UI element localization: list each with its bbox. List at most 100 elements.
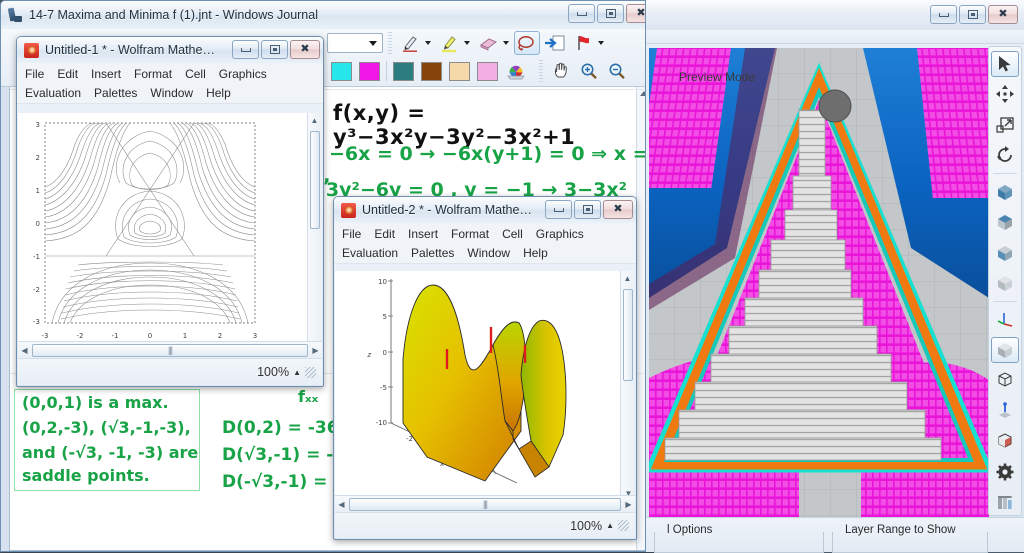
slicer-window-buttons[interactable]: ✖: [930, 5, 1018, 24]
mm2-menu-edit[interactable]: Edit: [374, 227, 395, 241]
mm2-menu-evaluation[interactable]: Evaluation: [342, 246, 398, 260]
lasso-select-tool-button[interactable]: [514, 31, 540, 55]
mm1-menu-cell[interactable]: Cell: [185, 67, 206, 81]
mm1-hscroll-left[interactable]: ◀: [18, 344, 31, 357]
mm2-menu-palettes[interactable]: Palettes: [411, 246, 454, 260]
mm2-menu-help[interactable]: Help: [523, 246, 548, 260]
mm2-zoom-level[interactable]: 100%: [570, 519, 602, 533]
slicer-minimize-button[interactable]: [930, 5, 957, 24]
mm2-menu-graphics[interactable]: Graphics: [536, 227, 584, 241]
slicer-maximize-button[interactable]: [959, 5, 986, 24]
mm1-menu-format[interactable]: Format: [134, 67, 172, 81]
insert-space-tool-button[interactable]: [542, 31, 568, 55]
mm1-minimize-button[interactable]: [232, 40, 259, 59]
supports-tool[interactable]: [991, 490, 1019, 515]
mm1-menu-file[interactable]: File: [25, 67, 44, 81]
hand-icon[interactable]: [548, 59, 574, 83]
highlighter-tool-button[interactable]: [436, 31, 462, 55]
highlighter-dropdown-caret[interactable]: [464, 41, 470, 45]
pen-tool-button[interactable]: [397, 31, 423, 55]
axis-indicator[interactable]: [991, 307, 1019, 332]
solid-view[interactable]: [991, 337, 1019, 363]
mm2-menu-window[interactable]: Window: [467, 246, 510, 260]
select-tool[interactable]: [991, 51, 1019, 77]
pen-style-combo[interactable]: [327, 33, 383, 53]
journal-titlebar[interactable]: 14-7 Maxima and Minima f (1).jnt - Windo…: [1, 1, 659, 29]
mm1-menu-insert[interactable]: Insert: [91, 67, 121, 81]
pen-dropdown-caret[interactable]: [425, 41, 431, 45]
eraser-tool-button[interactable]: [475, 31, 501, 55]
mm1-close-button[interactable]: ✖: [290, 40, 320, 59]
mm2-resize-grip[interactable]: [618, 520, 629, 531]
color-swatch-1[interactable]: [359, 61, 380, 81]
mm2-titlebar[interactable]: Untitled-2 * - Wolfram Mathe… ✖: [334, 197, 636, 223]
mm2-vertical-scrollbar[interactable]: ▲ ▼: [620, 271, 635, 501]
slicer-viewport[interactable]: Preview Mode: [649, 48, 989, 517]
mm1-vscroll-thumb[interactable]: [310, 131, 320, 229]
mm1-menu-palettes[interactable]: Palettes: [94, 86, 137, 100]
model-options-group[interactable]: l Options: [654, 524, 824, 553]
journal-window-buttons[interactable]: ✖: [568, 4, 656, 23]
mm2-vscroll-thumb[interactable]: [623, 289, 633, 381]
mm2-minimize-button[interactable]: [545, 200, 572, 219]
scale-tool[interactable]: [991, 112, 1019, 137]
mm2-horizontal-scrollbar[interactable]: ◀ ||| ▶: [335, 495, 635, 512]
journal-minimize-button[interactable]: [568, 4, 595, 23]
color-swatch-0[interactable]: [331, 61, 352, 81]
color-swatch-4[interactable]: [449, 61, 470, 81]
mathematica-window-2[interactable]: Untitled-2 * - Wolfram Mathe… ✖ File Edi…: [333, 196, 637, 540]
mm2-maximize-button[interactable]: [574, 200, 601, 219]
mm2-menu-row-1[interactable]: File Edit Insert Format Cell Graphics: [340, 225, 630, 244]
color-swatch-3[interactable]: [421, 61, 442, 81]
slicer-close-button[interactable]: ✖: [988, 5, 1018, 24]
zoom-in-icon[interactable]: [576, 59, 602, 83]
cross-section-tool[interactable]: [991, 429, 1019, 454]
mm1-menubar[interactable]: File Edit Insert Format Cell Graphics Ev…: [17, 63, 323, 104]
flag-dropdown-caret[interactable]: [598, 41, 604, 45]
mm1-resize-grip[interactable]: [305, 366, 316, 378]
mm2-hscroll-right[interactable]: ▶: [622, 498, 635, 511]
mm1-menu-evaluation[interactable]: Evaluation: [25, 86, 81, 100]
eraser-dropdown-caret[interactable]: [503, 41, 509, 45]
journal-maximize-button[interactable]: [597, 4, 624, 23]
slicer-window[interactable]: ✖ Preview Mode l Options Layer Range to …: [645, 0, 1024, 553]
mm1-hscroll-thumb[interactable]: |||: [32, 343, 308, 357]
view-front[interactable]: [991, 179, 1019, 204]
zoom-out-icon[interactable]: [604, 59, 630, 83]
mm2-hscroll-thumb[interactable]: |||: [349, 497, 621, 511]
slicer-tool-column[interactable]: [988, 46, 1022, 516]
mm1-titlebar[interactable]: Untitled-1 * - Wolfram Mathe… ✖: [17, 37, 323, 63]
color-wheel-icon[interactable]: [503, 59, 529, 83]
orientation-tool[interactable]: [991, 398, 1019, 423]
mm1-notebook-canvas[interactable]: 3 2 1 0 -1 -2 -3 -3 -2 -1 0 1 2 3 ▲: [18, 113, 322, 351]
mm2-menu-insert[interactable]: Insert: [408, 227, 438, 241]
view-iso[interactable]: [991, 270, 1019, 295]
mm1-horizontal-scrollbar[interactable]: ◀ ||| ▶: [18, 341, 322, 358]
wireframe-view[interactable]: [991, 368, 1019, 393]
mm2-window-buttons[interactable]: ✖: [545, 200, 633, 219]
mm2-zoom-caret[interactable]: ▲: [606, 521, 614, 530]
color-swatch-2[interactable]: [393, 61, 414, 81]
mathematica-window-1[interactable]: Untitled-1 * - Wolfram Mathe… ✖ File Edi…: [16, 36, 324, 387]
mm2-menu-cell[interactable]: Cell: [502, 227, 523, 241]
mm1-vertical-scrollbar[interactable]: ▲ ▼: [307, 113, 322, 351]
mm2-menu-row-2[interactable]: Evaluation Palettes Window Help: [340, 244, 630, 263]
settings[interactable]: [991, 459, 1019, 484]
mm2-hscroll-left[interactable]: ◀: [335, 498, 348, 511]
mm2-menu-file[interactable]: File: [342, 227, 361, 241]
mm1-menu-graphics[interactable]: Graphics: [219, 67, 267, 81]
mm2-close-button[interactable]: ✖: [603, 200, 633, 219]
layer-range-group[interactable]: Layer Range to Show: [832, 524, 988, 553]
toolbar-grip-2[interactable]: [539, 60, 543, 82]
mm1-zoom-level[interactable]: 100%: [257, 365, 289, 379]
mm2-menu-format[interactable]: Format: [451, 227, 489, 241]
mm1-menu-edit[interactable]: Edit: [57, 67, 78, 81]
color-swatch-5[interactable]: [477, 61, 498, 81]
view-side[interactable]: [991, 240, 1019, 265]
move-tool[interactable]: [991, 82, 1019, 107]
flag-tool-button[interactable]: [570, 31, 596, 55]
mm1-zoom-caret[interactable]: ▲: [293, 368, 301, 377]
mm2-menubar[interactable]: File Edit Insert Format Cell Graphics Ev…: [334, 223, 636, 264]
rotate-tool[interactable]: [991, 142, 1019, 167]
mm1-hscroll-right[interactable]: ▶: [309, 344, 322, 357]
